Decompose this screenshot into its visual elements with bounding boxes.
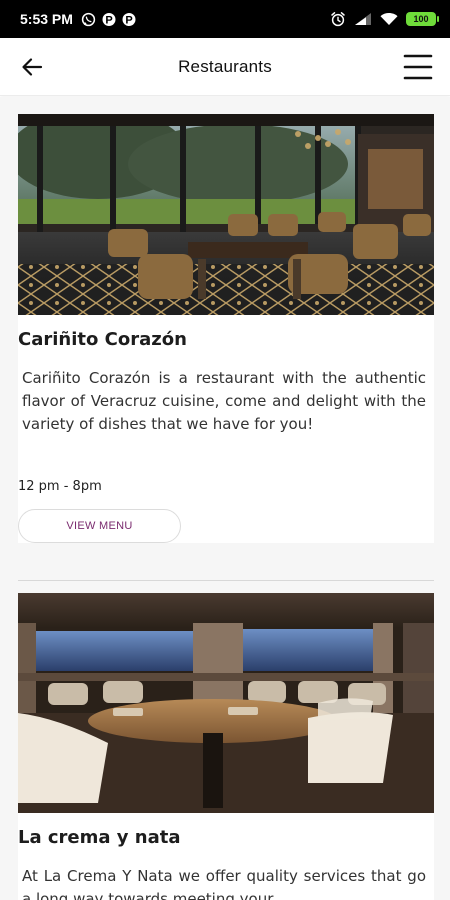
view-menu-button[interactable]: VIEW MENU [18,509,181,543]
app-bar: Restaurants [0,38,450,96]
restaurant-description: Cariñito Corazón is a restaurant with th… [22,369,426,433]
restaurant-description: At La Crema Y Nata we offer quality serv… [22,867,426,900]
whatsapp-icon [81,12,96,27]
alarm-icon [330,11,346,27]
menu-button[interactable] [400,49,436,85]
back-button[interactable] [16,52,48,82]
svg-text:P: P [125,14,132,26]
p-app-icon: P [102,12,116,27]
restaurant-list[interactable]: Cariñito Corazón Cariñito Corazón is a r… [0,97,450,900]
p-app-icon: P [122,12,136,27]
wifi-icon [380,12,398,26]
status-time: 5:53 PM [20,11,73,27]
page-title: Restaurants [178,56,272,76]
restaurant-card[interactable]: La crema y nata At La Crema Y Nata we of… [18,593,434,900]
battery-level: 100 [413,14,429,24]
status-left: 5:53 PM P P [20,11,136,27]
card-divider [18,580,434,581]
restaurant-hours: 12 pm - 8pm [18,479,102,494]
restaurant-interior-photo[interactable] [18,114,434,315]
svg-text:P: P [105,14,112,26]
restaurant-name: La crema y nata [18,827,181,848]
arrow-left-icon [22,58,43,76]
battery-icon: 100 [406,12,439,26]
status-bar: 5:53 PM P P 100 [0,0,450,38]
hamburger-menu-icon [403,54,433,80]
restaurant-card[interactable]: Cariñito Corazón Cariñito Corazón is a r… [18,114,434,543]
restaurant-name: Cariñito Corazón [18,329,187,350]
signal-icon [354,12,372,26]
dining-room-photo[interactable] [18,593,434,813]
status-right: 100 [330,11,439,27]
